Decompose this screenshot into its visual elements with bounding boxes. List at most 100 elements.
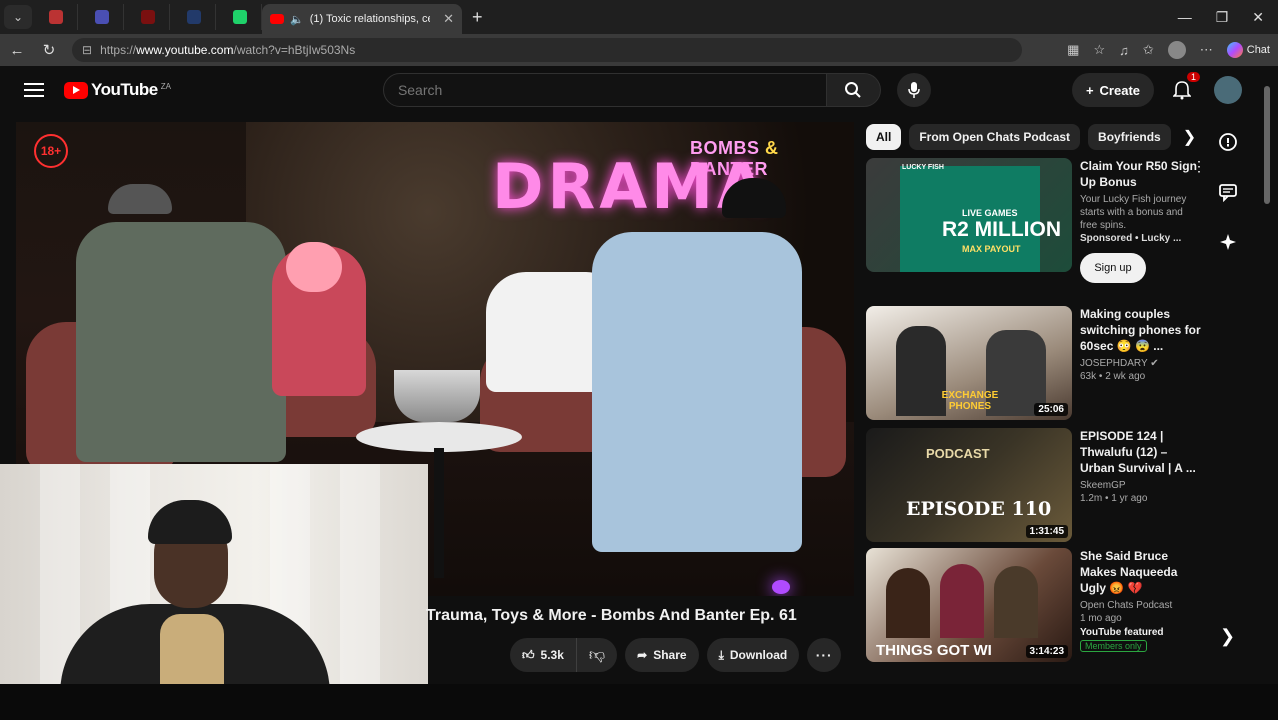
browser-tab-strip: ⌄ 🔈 (1) Toxic relationships, celibac ✕ +… (0, 0, 1278, 34)
dislike-button[interactable]: 👎︎ (577, 638, 617, 672)
notifications-button[interactable]: 1 (1170, 72, 1200, 102)
download-icon: ⤓ (718, 647, 724, 662)
favorite-star-icon[interactable]: ☆ (1093, 42, 1105, 58)
bottom-bar (0, 684, 1278, 720)
site-info-icon[interactable]: ⊟ (82, 43, 92, 57)
side-panel-icons (1216, 130, 1240, 254)
guest-hair (286, 242, 342, 292)
share-button[interactable]: ➦ Share (625, 638, 699, 672)
close-window-icon[interactable]: ✕ (1252, 9, 1264, 26)
youtube-logo[interactable]: YouTube ZA (64, 80, 171, 100)
ad-big-text: R2 MILLION (942, 218, 1061, 241)
channel-name[interactable]: JOSEPHDARY ✔ (1080, 357, 1202, 370)
like-button[interactable]: 👍︎ 5.3k (510, 638, 577, 672)
back-arrow-icon[interactable]: ← (8, 42, 26, 59)
stage-light (772, 580, 790, 594)
sponsored-item[interactable]: LUCKY FISH LIVE GAMES R2 MILLION MAX PAY… (866, 158, 1206, 283)
thumb-top-text: PODCAST (926, 446, 990, 461)
chat-icon[interactable] (1216, 180, 1240, 204)
browser-toolbar: ▦ ☆ ♫ ✩ ⋯ Chat (1067, 41, 1270, 59)
thumbs-up-icon: 👍︎ (522, 647, 535, 662)
search-input[interactable] (382, 73, 827, 107)
video-meta: She Said Bruce Makes Naqueeda Ugly 😡 💔 O… (1080, 548, 1202, 662)
tab-favicon-icon (140, 10, 155, 24)
recommended-video[interactable]: EXCHANGE PHONES 25:06 Making couples swi… (866, 306, 1202, 420)
page-scrollbar[interactable] (1264, 76, 1272, 676)
signup-button[interactable]: Sign up (1080, 253, 1146, 283)
create-button[interactable]: + Create (1071, 73, 1154, 107)
more-actions-icon[interactable]: ··· (807, 638, 842, 672)
extensions-icon[interactable]: ♫ (1119, 43, 1129, 58)
ad-thumbnail[interactable]: LUCKY FISH LIVE GAMES R2 MILLION MAX PAY… (866, 158, 1072, 272)
window-controls: — ❐ ✕ (1178, 9, 1278, 26)
recommended-video[interactable]: THINGS GOT WI 3:14:23 She Said Bruce Mak… (866, 548, 1202, 662)
host-figure (76, 222, 286, 462)
browser-tab[interactable] (218, 4, 262, 30)
youtube-favicon-icon (270, 14, 284, 24)
youtube-logo-icon (64, 81, 88, 99)
account-avatar[interactable] (1214, 76, 1242, 104)
ad-meta: Claim Your R50 Sign Up Bonus Your Lucky … (1080, 158, 1206, 283)
notification-badge: 1 (1186, 72, 1200, 82)
ad-brand: LUCKY FISH (902, 164, 944, 171)
copilot-chat-button[interactable]: Chat (1226, 42, 1270, 58)
view-stats: 63k • 2 wk ago (1080, 371, 1146, 382)
speaker-icon[interactable]: 🔈 (290, 13, 304, 26)
url-text: https://www.youtube.com/watch?v=hBtjIw50… (100, 43, 356, 57)
download-button[interactable]: ⤓ Download (706, 638, 800, 672)
share-label: Share (653, 648, 687, 662)
youtube-header: YouTube ZA + Create 1 (6, 70, 1272, 110)
featured-label: YouTube featured (1080, 627, 1164, 638)
reload-icon[interactable]: ↻ (40, 41, 58, 59)
curtain-fold (340, 464, 380, 706)
settings-more-icon[interactable]: ⋯ (1200, 42, 1213, 58)
more-options-icon[interactable]: ⋮ (1192, 158, 1206, 175)
channel-name[interactable]: Open Chats Podcast (1080, 599, 1202, 612)
browser-tab[interactable] (34, 4, 78, 30)
search-button[interactable] (826, 73, 881, 107)
tab-actions-menu[interactable]: ⌄ (4, 5, 32, 29)
chip-boyfriends[interactable]: Boyfriends (1088, 124, 1171, 150)
browser-tab[interactable] (126, 4, 170, 30)
maximize-icon[interactable]: ❐ (1216, 9, 1229, 26)
chip-open-chats[interactable]: From Open Chats Podcast (909, 124, 1081, 150)
close-tab-icon[interactable]: ✕ (443, 11, 454, 27)
age-rating-badge: 18+ (34, 134, 68, 168)
thumb-caption: EXCHANGE PHONES (941, 390, 999, 412)
champagne-bucket (394, 370, 480, 422)
video-title: EPISODE 124 | Thwalufu (12) – Urban Surv… (1080, 429, 1196, 475)
scrollbar-thumb[interactable] (1264, 86, 1270, 204)
ad-live-games: LIVE GAMES (962, 208, 1018, 218)
browser-tab[interactable] (80, 4, 124, 30)
menu-icon[interactable] (24, 83, 44, 97)
chevron-right-icon[interactable]: ❯ (1220, 626, 1235, 647)
url-field[interactable]: ⊟ https://www.youtube.com/watch?v=hBtjIw… (72, 38, 1022, 62)
browser-tab[interactable] (172, 4, 216, 30)
view-stats: 1.2m • 1 yr ago (1080, 493, 1148, 504)
logo-text: YouTube (91, 80, 158, 99)
webcam-overlay (0, 464, 428, 706)
video-thumbnail[interactable]: THINGS GOT WI 3:14:23 (866, 548, 1072, 662)
sparkle-icon[interactable] (1216, 230, 1240, 254)
active-browser-tab[interactable]: 🔈 (1) Toxic relationships, celibac ✕ (262, 4, 462, 34)
upload-age: 1 mo ago (1080, 613, 1122, 624)
video-thumbnail[interactable]: EXCHANGE PHONES 25:06 (866, 306, 1072, 420)
minimize-icon[interactable]: — (1178, 9, 1192, 26)
new-tab-icon[interactable]: + (472, 7, 483, 28)
channel-name[interactable]: SkeemGP (1080, 479, 1202, 492)
profile-avatar[interactable] (1167, 41, 1186, 59)
chat-label: Chat (1246, 44, 1270, 56)
table-leg (434, 448, 444, 578)
favorites-icon[interactable]: ✩ (1143, 42, 1154, 58)
tab-favicon-icon (48, 10, 63, 24)
duration-badge: 3:14:23 (1025, 645, 1068, 658)
recommended-video[interactable]: PODCAST EPISODE 110 1:31:45 EPISODE 124 … (866, 428, 1202, 542)
voice-search-button[interactable] (896, 73, 931, 107)
video-thumbnail[interactable]: PODCAST EPISODE 110 1:31:45 (866, 428, 1072, 542)
chevron-right-icon[interactable]: ❯ (1183, 127, 1196, 147)
chip-all[interactable]: All (866, 124, 902, 150)
download-label: Download (729, 648, 788, 662)
ad-description: Your Lucky Fish journey starts with a bo… (1080, 194, 1187, 231)
info-icon[interactable] (1216, 130, 1240, 154)
reader-view-icon[interactable]: ▦ (1067, 42, 1079, 58)
